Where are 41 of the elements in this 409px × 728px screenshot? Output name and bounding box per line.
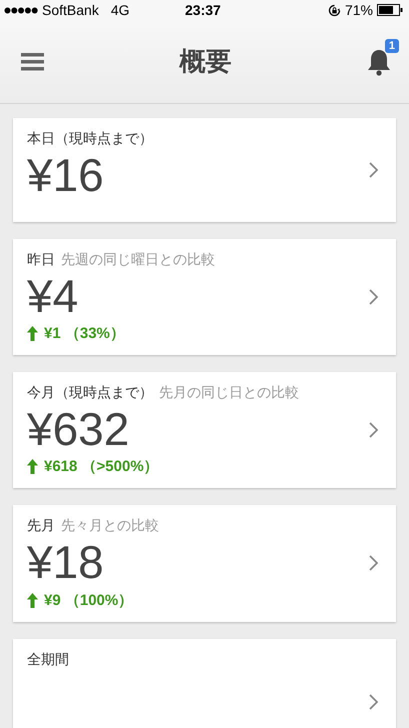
period-label: 先月 [27, 517, 55, 536]
summary-card[interactable]: 全期間 [13, 638, 396, 728]
menu-icon [21, 52, 44, 70]
chevron-right-icon [369, 289, 378, 306]
period-label: 今月（現時点まで） [27, 384, 153, 402]
summary-card[interactable]: 本日（現時点まで） ¥16 [13, 118, 396, 222]
earnings-amount: ¥632 [27, 402, 130, 458]
chevron-right-icon [369, 422, 378, 438]
page-title: 概要 [180, 45, 232, 78]
period-label: 昨日 [27, 251, 55, 269]
network-type: 4G [110, 2, 130, 18]
summary-card[interactable]: 先月 先々月との比較 ¥18 ¥9 （100%） [13, 505, 396, 622]
notifications-button[interactable]: 1 [367, 38, 399, 76]
bell-icon [367, 48, 391, 76]
up-arrow-icon [27, 459, 38, 474]
change-value: ¥618 （>500%） [44, 457, 159, 476]
chevron-right-icon [369, 694, 378, 710]
period-label: 全期間 [27, 650, 69, 669]
change-value: ¥1 （33%） [44, 324, 125, 344]
carrier-name: SoftBank [42, 2, 99, 18]
rotation-lock-icon [328, 4, 341, 16]
earnings-amount: ¥18 [27, 535, 105, 590]
earnings-amount: ¥16 [27, 148, 105, 203]
signal-icon [4, 6, 38, 14]
change-value: ¥9 （100%） [44, 590, 134, 610]
notification-badge: 1 [384, 38, 399, 52]
comparison-label: 先月の同じ日との比較 [159, 384, 299, 402]
period-label: 本日（現時点まで） [27, 130, 153, 148]
battery-icon [377, 4, 403, 16]
up-arrow-icon [27, 592, 38, 608]
earnings-amount: ¥4 [27, 269, 80, 324]
status-time: 23:37 [185, 2, 221, 18]
chevron-right-icon [369, 555, 378, 572]
summary-card[interactable]: 昨日 先週の同じ曜日との比較 ¥4 ¥1 （33%） [13, 239, 396, 356]
menu-button[interactable] [21, 52, 44, 70]
chevron-right-icon [369, 162, 378, 178]
summary-card[interactable]: 今月（現時点まで） 先月の同じ日との比較 ¥632 ¥618 （>500%） [13, 372, 396, 488]
battery-percent: 71% [344, 2, 373, 18]
comparison-label: 先々月との比較 [61, 517, 159, 536]
comparison-label: 先週の同じ曜日との比較 [61, 251, 215, 269]
up-arrow-icon [27, 326, 38, 342]
